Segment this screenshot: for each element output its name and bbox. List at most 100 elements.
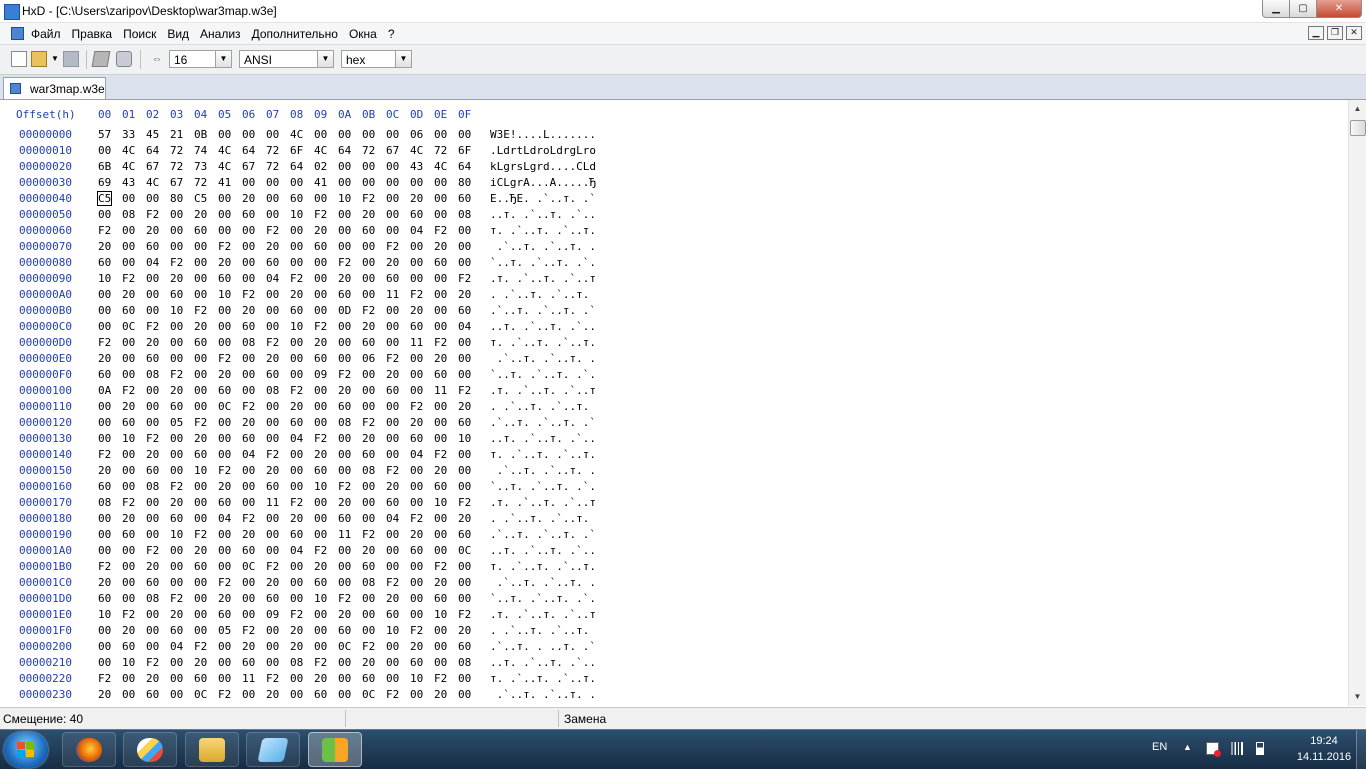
hex-byte[interactable]: 60 bbox=[266, 256, 279, 269]
hex-byte[interactable]: 00 bbox=[122, 192, 135, 205]
hex-byte[interactable]: 20 bbox=[98, 464, 111, 477]
hex-byte[interactable]: 00 bbox=[362, 384, 375, 397]
hex-byte[interactable]: 00 bbox=[410, 256, 423, 269]
hex-byte[interactable]: F2 bbox=[290, 272, 303, 285]
hex-byte[interactable]: 00 bbox=[218, 544, 231, 557]
hex-byte[interactable]: 60 bbox=[338, 400, 351, 413]
hex-byte[interactable]: 00 bbox=[122, 688, 135, 701]
hex-byte[interactable]: 20 bbox=[170, 496, 183, 509]
hex-byte[interactable]: 20 bbox=[266, 464, 279, 477]
hex-byte[interactable]: 04 bbox=[458, 320, 471, 333]
hex-byte[interactable]: 00 bbox=[266, 544, 279, 557]
offset-base-select[interactable]: hex ▼ bbox=[341, 50, 412, 68]
hex-byte[interactable]: 20 bbox=[98, 576, 111, 589]
taskbar-notepad[interactable] bbox=[246, 732, 300, 767]
text-column[interactable]: ..т. .`..т. .`.. bbox=[490, 656, 596, 669]
hex-byte[interactable]: 00 bbox=[218, 320, 231, 333]
hex-byte[interactable]: 00 bbox=[146, 624, 159, 637]
hex-byte[interactable]: 20 bbox=[266, 240, 279, 253]
hex-byte[interactable]: 00 bbox=[170, 464, 183, 477]
hex-byte[interactable]: 60 bbox=[314, 688, 327, 701]
taskbar-explorer[interactable] bbox=[185, 732, 239, 767]
hex-byte[interactable]: 00 bbox=[122, 368, 135, 381]
hex-byte[interactable]: 00 bbox=[170, 224, 183, 237]
hex-byte[interactable]: 60 bbox=[218, 608, 231, 621]
hex-byte[interactable]: C5 bbox=[194, 192, 207, 205]
hex-byte[interactable]: 00 bbox=[194, 624, 207, 637]
hex-byte[interactable]: 00 bbox=[266, 400, 279, 413]
hex-row[interactable]: 000001E0 10 F2 00 20 00 60 00 09 F2 00 20 00 60 00 10 F2… bbox=[0, 608, 640, 624]
hex-byte[interactable]: 60 bbox=[194, 336, 207, 349]
hex-byte[interactable]: 00 bbox=[98, 640, 111, 653]
hex-byte[interactable]: 10 bbox=[290, 320, 303, 333]
hex-row[interactable]: 00000220 F2 00 20 00 60 00 11 F2 00 20 00 60 00 10 F2 00… bbox=[0, 672, 640, 688]
hex-byte[interactable]: 00 bbox=[170, 240, 183, 253]
hex-byte[interactable]: F2 bbox=[410, 512, 423, 525]
hex-row[interactable]: 00000170 08 F2 00 20 00 60 00 11 F2 00 20 00 60 00 10 F2… bbox=[0, 496, 640, 512]
hex-byte[interactable]: 00 bbox=[290, 256, 303, 269]
text-column[interactable]: .`..т. .`..т. .` bbox=[490, 304, 596, 317]
hex-byte[interactable]: 00 bbox=[338, 448, 351, 461]
hex-byte[interactable]: 10 bbox=[194, 464, 207, 477]
hex-byte[interactable]: 20 bbox=[242, 192, 255, 205]
hex-row[interactable]: 00000040 C5 00 00 80 C5 00 20 00 60 00 10 F2 00 20 00 60… bbox=[0, 191, 640, 208]
hex-byte[interactable]: 00 bbox=[122, 592, 135, 605]
hex-byte[interactable]: 00 bbox=[194, 352, 207, 365]
hex-byte[interactable]: 00 bbox=[242, 608, 255, 621]
hex-byte[interactable]: 20 bbox=[458, 288, 471, 301]
hex-byte[interactable]: 10 bbox=[410, 672, 423, 685]
hex-byte[interactable]: F2 bbox=[458, 496, 471, 509]
hex-byte[interactable]: 00 bbox=[290, 576, 303, 589]
charset-select[interactable]: ANSI ▼ bbox=[239, 50, 334, 68]
hex-byte[interactable]: 00 bbox=[242, 256, 255, 269]
hex-byte[interactable]: 00 bbox=[218, 672, 231, 685]
hex-byte[interactable]: 20 bbox=[194, 208, 207, 221]
hex-byte[interactable]: 00 bbox=[314, 288, 327, 301]
hex-byte[interactable]: 60 bbox=[410, 320, 423, 333]
hex-byte[interactable]: 67 bbox=[242, 160, 255, 173]
hex-byte[interactable]: 00 bbox=[218, 208, 231, 221]
hex-byte[interactable]: 45 bbox=[146, 128, 159, 141]
hex-byte[interactable]: 20 bbox=[242, 528, 255, 541]
hxd-app-icon[interactable] bbox=[4, 4, 20, 20]
hex-byte[interactable]: 20 bbox=[194, 320, 207, 333]
hex-byte[interactable]: F2 bbox=[98, 448, 111, 461]
hex-byte[interactable]: F2 bbox=[146, 208, 159, 221]
hex-byte[interactable]: F2 bbox=[314, 656, 327, 669]
hex-byte[interactable]: F2 bbox=[434, 560, 447, 573]
hex-byte[interactable]: 00 bbox=[146, 512, 159, 525]
hex-byte[interactable]: 00 bbox=[314, 608, 327, 621]
hex-byte[interactable]: 20 bbox=[290, 288, 303, 301]
text-column[interactable]: т. .`..т. .`..т. bbox=[490, 672, 596, 685]
hex-byte[interactable]: 00 bbox=[98, 544, 111, 557]
hex-byte[interactable]: 60 bbox=[146, 576, 159, 589]
hex-byte[interactable]: 00 bbox=[98, 320, 111, 333]
hex-byte[interactable]: 00 bbox=[386, 640, 399, 653]
hex-byte[interactable]: 00 bbox=[146, 416, 159, 429]
hex-byte[interactable]: 00 bbox=[242, 464, 255, 477]
hex-byte[interactable]: 60 bbox=[362, 672, 375, 685]
hex-byte[interactable]: 73 bbox=[194, 160, 207, 173]
hex-byte[interactable]: 41 bbox=[218, 176, 231, 189]
hex-byte[interactable]: 00 bbox=[362, 608, 375, 621]
hex-byte[interactable]: 00 bbox=[218, 416, 231, 429]
hex-byte[interactable]: 05 bbox=[170, 416, 183, 429]
hex-byte[interactable]: 80 bbox=[170, 192, 183, 205]
hex-byte[interactable]: F2 bbox=[194, 640, 207, 653]
hex-row[interactable]: 00000020 6B 4C 67 72 73 4C 67 72 64 02 00 00 00 43 4C 64… bbox=[0, 160, 640, 176]
hex-byte[interactable]: 20 bbox=[194, 432, 207, 445]
chevron-down-icon[interactable]: ▼ bbox=[317, 51, 333, 67]
hex-byte[interactable]: 00 bbox=[122, 352, 135, 365]
hex-row[interactable]: 00000130 00 10 F2 00 20 00 60 00 04 F2 00 20 00 60 00 10… bbox=[0, 432, 640, 448]
doc-minimize-button[interactable]: ▁ bbox=[1308, 26, 1324, 40]
hex-byte[interactable]: 00 bbox=[338, 128, 351, 141]
hex-byte[interactable]: 60 bbox=[458, 192, 471, 205]
hex-byte[interactable]: 80 bbox=[458, 176, 471, 189]
hex-byte[interactable]: F2 bbox=[338, 368, 351, 381]
hex-byte[interactable]: 0C bbox=[218, 400, 231, 413]
hex-byte[interactable]: 00 bbox=[458, 464, 471, 477]
hex-byte[interactable]: 20 bbox=[146, 448, 159, 461]
hex-byte[interactable]: 20 bbox=[458, 512, 471, 525]
hex-byte[interactable]: 60 bbox=[218, 272, 231, 285]
hex-byte[interactable]: 60 bbox=[362, 336, 375, 349]
